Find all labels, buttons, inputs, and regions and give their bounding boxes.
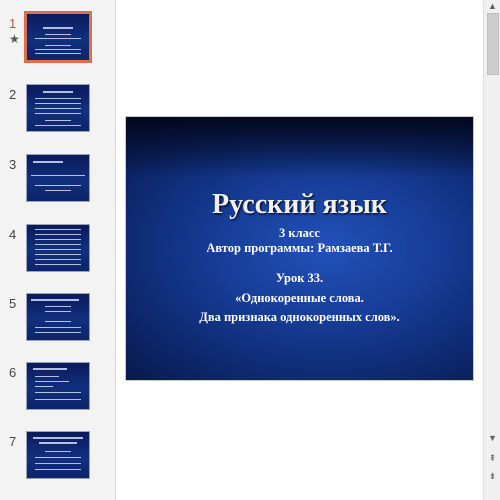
previous-slide-icon[interactable]: ⇞ <box>485 452 500 465</box>
slide-author: Автор программы: Рамзаева Т.Г. <box>206 241 393 255</box>
scroll-up-icon[interactable]: ▲ <box>485 0 500 13</box>
slide-thumb-row-1[interactable]: 1 ★ <box>0 14 115 70</box>
slide-number: 7 <box>9 434 17 449</box>
next-slide-icon[interactable]: ⇟ <box>485 470 500 483</box>
slide-number: 3 <box>9 157 17 172</box>
slide-thumbnail-4[interactable] <box>27 225 89 271</box>
slide-thumb-row-3[interactable]: 3 <box>0 155 115 211</box>
slide-thumbnail-1[interactable] <box>27 14 89 60</box>
slide-lesson-number: Урок 33. <box>275 271 324 285</box>
slide-thumbnail-6[interactable] <box>27 363 89 409</box>
slide-thumbnail-2[interactable] <box>27 85 89 131</box>
slide-thumb-row-2[interactable]: 2 <box>0 85 115 141</box>
slide-thumbnail-7[interactable] <box>27 432 89 478</box>
slide-number: 6 <box>9 365 17 380</box>
animation-star-icon: ★ <box>9 32 20 46</box>
slide-grade: 3 класс <box>279 226 320 240</box>
scrollbar-thumb[interactable] <box>487 13 499 75</box>
slide-title: Русский язык <box>212 189 387 220</box>
slide-thumb-row-5[interactable]: 5 <box>0 294 115 350</box>
slide-thumbnail-5[interactable] <box>27 294 89 340</box>
slide-thumb-row-6[interactable]: 6 <box>0 363 115 419</box>
slide-thumbnail-panel: 1 ★ 2 3 4 5 6 7 <box>0 0 116 500</box>
slide-number: 2 <box>9 87 17 102</box>
slide-thumb-row-4[interactable]: 4 <box>0 225 115 281</box>
current-slide[interactable]: Русский язык 3 класс Автор программы: Ра… <box>126 117 473 380</box>
slide-thumb-row-7[interactable]: 7 <box>0 432 115 488</box>
slide-decoration <box>126 117 473 177</box>
slide-lesson-subtopic: Два признака однокоренных слов». <box>199 310 400 324</box>
slide-editor-area: Русский язык 3 класс Автор программы: Ра… <box>116 0 483 500</box>
vertical-scrollbar[interactable]: ▲ ▼ ⇞ ⇟ <box>483 0 500 500</box>
slide-number: 1 <box>9 16 17 31</box>
slide-lesson-topic: «Однокоренные слова. <box>235 291 364 305</box>
slide-thumbnail-3[interactable] <box>27 155 89 201</box>
slide-number: 4 <box>9 227 17 242</box>
slide-number: 5 <box>9 296 17 311</box>
scroll-down-icon[interactable]: ▼ <box>485 432 500 445</box>
